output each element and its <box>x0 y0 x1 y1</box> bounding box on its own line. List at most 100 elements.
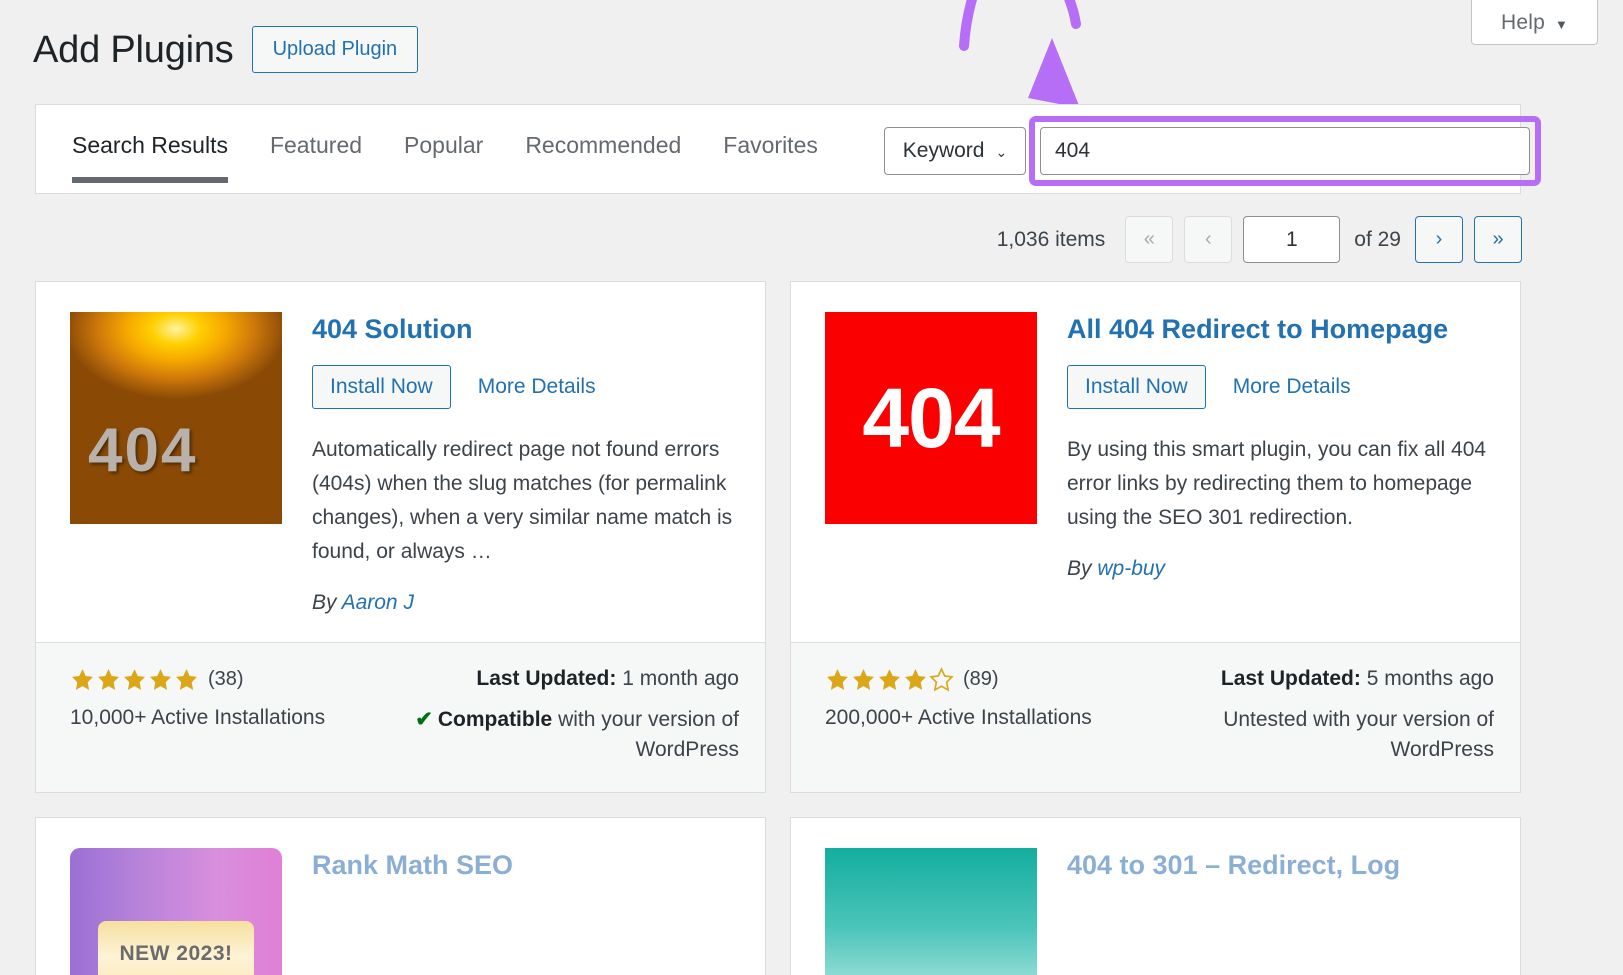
more-details-link[interactable]: More Details <box>478 375 596 399</box>
items-count: 1,036 items <box>997 228 1106 252</box>
plugin-card-text: 404 to 301 – Redirect, Log <box>1049 848 1494 975</box>
tab-label: Recommended <box>525 132 681 158</box>
upload-plugin-button[interactable]: Upload Plugin <box>252 26 419 73</box>
search-type-select[interactable]: Keyword ⌄ <box>884 127 1026 175</box>
plugin-name-link[interactable]: 404 to 301 – Redirect, Log <box>1067 848 1494 883</box>
plugin-card-text: Rank Math SEO <box>294 848 739 975</box>
by-label: By <box>1067 557 1092 580</box>
plugin-actions: Install Now More Details <box>1067 365 1494 409</box>
active-installations: 10,000+ Active Installations <box>70 706 405 730</box>
check-icon: ✔ <box>415 708 433 731</box>
star-rating <box>70 667 199 692</box>
star-filled-icon <box>70 667 95 692</box>
install-now-button[interactable]: Install Now <box>312 365 451 409</box>
tab-label: Popular <box>404 132 483 158</box>
plugin-author: By Aaron J <box>312 591 739 615</box>
plugin-stats-right: Last Updated: 1 month ago ✔Compatible wi… <box>405 667 740 766</box>
tab-label: Search Results <box>72 132 228 158</box>
install-now-button[interactable]: Install Now <box>1067 365 1206 409</box>
plugin-description: Automatically redirect page not found er… <box>312 433 739 569</box>
compatibility-status: Untested with your version of WordPress <box>1160 705 1495 766</box>
plugin-icon-label: 404 <box>88 415 197 486</box>
plugin-card-body: 404 All 404 Redirect to Homepage Install… <box>791 282 1520 642</box>
plugin-card-body: NEW 2023! Rank Math SEO <box>36 818 765 975</box>
plugin-card-body: 404 to 301 – Redirect, Log <box>791 818 1520 975</box>
rating-row: (89) <box>825 667 1160 692</box>
tab-favorites[interactable]: Favorites <box>723 134 818 183</box>
plugin-name-link[interactable]: 404 Solution <box>312 312 739 347</box>
plugin-icon-404-to-301 <box>825 848 1037 975</box>
tab-search-results[interactable]: Search Results <box>72 134 228 183</box>
first-page-button[interactable]: « <box>1125 216 1173 263</box>
plugin-icon-404-solution: 404 <box>70 312 282 524</box>
author-link[interactable]: Aaron J <box>342 591 414 614</box>
tab-popular[interactable]: Popular <box>404 134 483 183</box>
star-filled-icon <box>903 667 928 692</box>
active-installations: 200,000+ Active Installations <box>825 706 1160 730</box>
plugin-card: 404 404 Solution Install Now More Detail… <box>35 281 766 793</box>
last-updated: Last Updated: 1 month ago <box>405 667 740 691</box>
last-updated-value: 5 months ago <box>1367 667 1494 690</box>
last-updated: Last Updated: 5 months ago <box>1160 667 1495 691</box>
plugin-name-link[interactable]: All 404 Redirect to Homepage <box>1067 312 1494 347</box>
rating-count: (38) <box>208 668 244 691</box>
search-input-wrapper <box>1040 127 1530 175</box>
plugin-card-grid: 404 404 Solution Install Now More Detail… <box>35 281 1521 975</box>
help-label: Help <box>1501 11 1545 35</box>
page-title: Add Plugins <box>33 31 234 69</box>
search-input[interactable] <box>1040 127 1530 175</box>
tab-label: Favorites <box>723 132 818 158</box>
plugin-card-footer: (89) 200,000+ Active Installations Last … <box>791 642 1520 792</box>
star-empty-icon <box>929 667 954 692</box>
last-updated-label: Last Updated: <box>476 667 616 690</box>
next-page-button[interactable]: › <box>1415 216 1463 263</box>
total-pages-label: of 29 <box>1354 228 1401 252</box>
plugin-icon-rank-math: NEW 2023! <box>70 848 282 975</box>
star-rating <box>825 667 954 692</box>
by-label: By <box>312 591 337 614</box>
plugin-stats-right: Last Updated: 5 months ago Untested with… <box>1160 667 1495 766</box>
plugin-description: By using this smart plugin, you can fix … <box>1067 433 1494 535</box>
compat-strong: Compatible <box>438 708 552 731</box>
tab-list: Search Results Featured Popular Recommen… <box>36 105 860 193</box>
plugin-stats-left: (89) 200,000+ Active Installations <box>825 667 1160 766</box>
rating-row: (38) <box>70 667 405 692</box>
star-filled-icon <box>96 667 121 692</box>
compat-rest: with your version of WordPress <box>558 708 739 761</box>
plugin-stats-left: (38) 10,000+ Active Installations <box>70 667 405 766</box>
star-filled-icon <box>877 667 902 692</box>
plugin-name-link[interactable]: Rank Math SEO <box>312 848 739 883</box>
plugin-search-group: Keyword ⌄ <box>884 127 1530 175</box>
plugin-card-body: 404 404 Solution Install Now More Detail… <box>36 282 765 642</box>
search-type-label: Keyword <box>903 139 985 163</box>
plugin-actions: Install Now More Details <box>312 365 739 409</box>
last-updated-label: Last Updated: <box>1221 667 1361 690</box>
last-page-button[interactable]: » <box>1474 216 1522 263</box>
star-filled-icon <box>174 667 199 692</box>
prev-page-button[interactable]: ‹ <box>1184 216 1232 263</box>
plugin-card: 404 All 404 Redirect to Homepage Install… <box>790 281 1521 793</box>
plugin-card: 404 to 301 – Redirect, Log <box>790 817 1521 975</box>
last-updated-value: 1 month ago <box>622 667 739 690</box>
chevron-down-icon: ⌄ <box>995 144 1007 161</box>
pagination: 1,036 items « ‹ of 29 › » <box>997 216 1522 263</box>
plugin-icon-badge: NEW 2023! <box>98 921 254 975</box>
tab-recommended[interactable]: Recommended <box>525 134 681 183</box>
chevron-down-icon: ▼ <box>1555 17 1568 32</box>
plugin-card-text: 404 Solution Install Now More Details Au… <box>294 312 739 616</box>
help-tab[interactable]: Help ▼ <box>1471 0 1598 45</box>
rating-count: (89) <box>963 668 999 691</box>
tab-featured[interactable]: Featured <box>270 134 362 183</box>
author-link[interactable]: wp-buy <box>1097 557 1165 580</box>
current-page-input[interactable] <box>1243 216 1340 263</box>
plugin-card-footer: (38) 10,000+ Active Installations Last U… <box>36 642 765 792</box>
plugin-icon-all-404-redirect: 404 <box>825 312 1037 524</box>
star-filled-icon <box>825 667 850 692</box>
plugin-author: By wp-buy <box>1067 557 1494 581</box>
plugin-card: NEW 2023! Rank Math SEO <box>35 817 766 975</box>
plugin-icon-label: 404 <box>862 370 999 467</box>
compatibility-status: ✔Compatible with your version of WordPre… <box>405 705 740 766</box>
tab-label: Featured <box>270 132 362 158</box>
more-details-link[interactable]: More Details <box>1233 375 1351 399</box>
star-filled-icon <box>851 667 876 692</box>
